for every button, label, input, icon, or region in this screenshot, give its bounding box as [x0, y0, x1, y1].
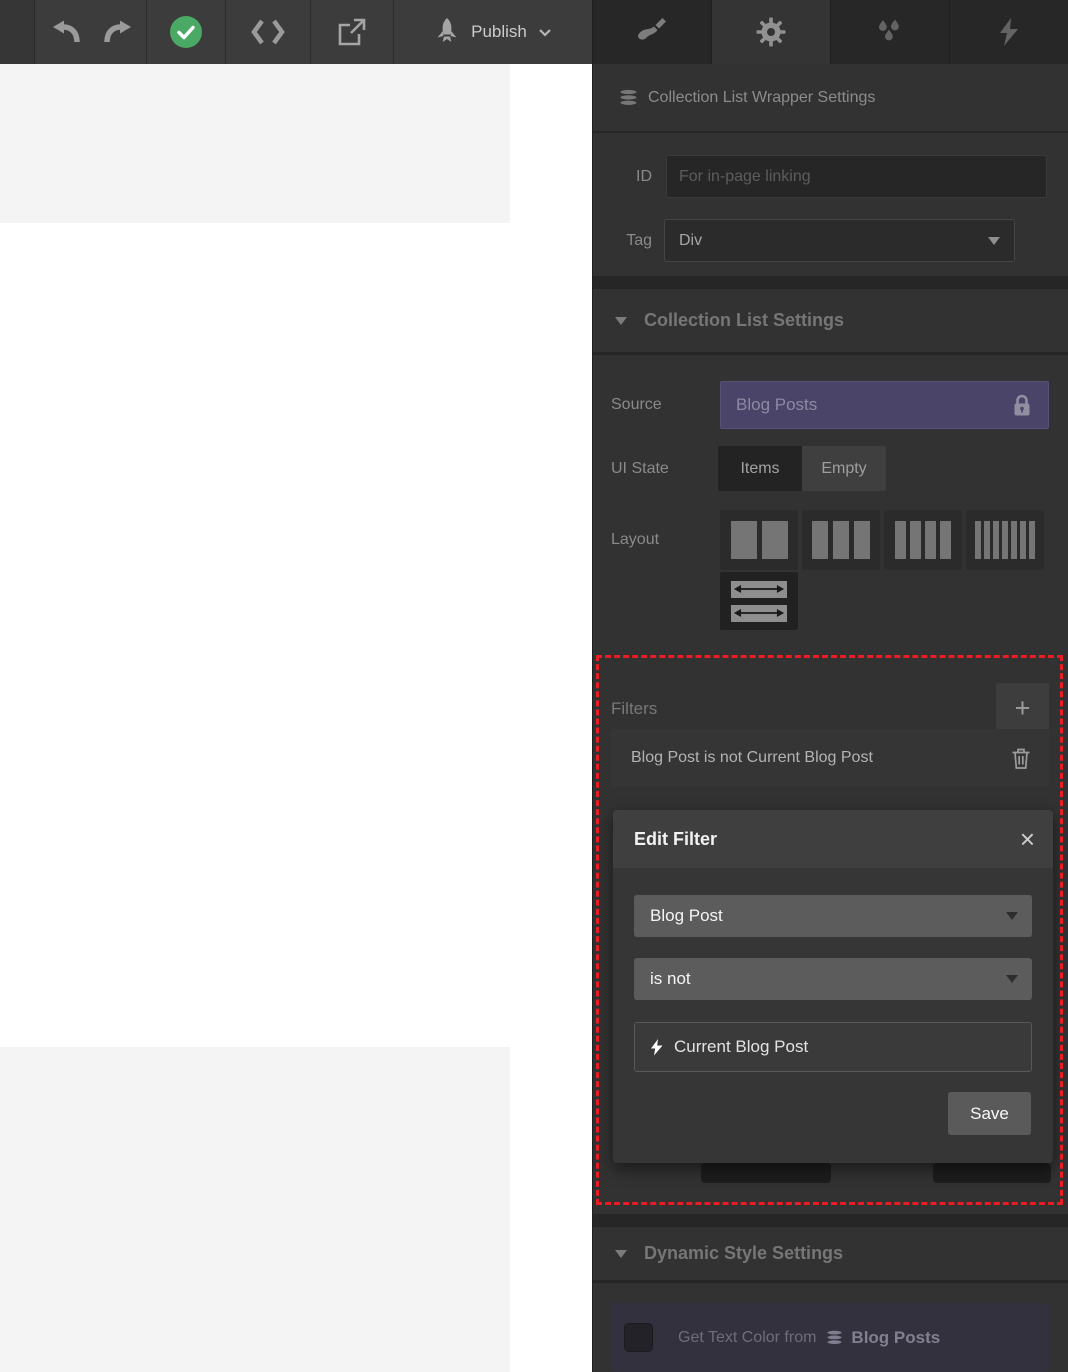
- source-value: Blog Posts: [736, 395, 818, 414]
- undo-button[interactable]: [40, 0, 92, 64]
- section-title: Dynamic Style Settings: [644, 1243, 844, 1263]
- panel-header: Collection List Wrapper Settings: [593, 64, 1068, 133]
- filter-row[interactable]: Blog Post is not Current Blog Post: [611, 729, 1049, 787]
- source-field[interactable]: Blog Posts: [720, 381, 1049, 429]
- ui-state-option-empty[interactable]: Empty: [802, 446, 886, 491]
- webflow-designer: Publish Collection List Wrapper Settings…: [0, 0, 1068, 1372]
- tab-style-manager[interactable]: [830, 0, 949, 64]
- tag-label: Tag: [626, 232, 652, 249]
- paintbrush-icon: [637, 17, 667, 47]
- obscured-control: [933, 1163, 1051, 1183]
- section-divider: [593, 1280, 1068, 1283]
- layout-option-6-columns[interactable]: [966, 510, 1044, 570]
- disclosure-triangle-icon: [615, 1249, 627, 1258]
- publish-button[interactable]: Publish: [394, 0, 592, 64]
- layout-label: Layout: [611, 531, 660, 548]
- undo-icon: [51, 19, 81, 45]
- plus-icon: +: [1014, 692, 1031, 723]
- id-input[interactable]: [666, 155, 1047, 198]
- edit-filter-modal-header: Edit Filter ×: [613, 810, 1053, 868]
- canvas-section-top[interactable]: [0, 64, 510, 223]
- id-label: ID: [636, 168, 652, 185]
- share-button[interactable]: [311, 0, 393, 64]
- ui-state-label: UI State: [611, 460, 669, 477]
- get-text-color-label: Get Text Color from: [678, 1328, 817, 1346]
- chevron-down-icon: [1006, 975, 1018, 983]
- add-filter-button[interactable]: +: [996, 683, 1049, 733]
- design-canvas[interactable]: [0, 64, 592, 1372]
- export-code-button[interactable]: [226, 0, 310, 64]
- filter-value-field[interactable]: Current Blog Post: [634, 1022, 1032, 1072]
- dynamic-style-settings-header[interactable]: Dynamic Style Settings: [593, 1227, 1068, 1280]
- get-text-color-checkbox[interactable]: [624, 1323, 653, 1352]
- check-circle-icon: [169, 15, 203, 49]
- trash-icon[interactable]: [1011, 747, 1031, 769]
- share-icon: [336, 16, 368, 48]
- horizontal-arrows-icon: [731, 580, 787, 598]
- filter-field-dropdown[interactable]: Blog Post: [634, 895, 1032, 937]
- chevron-down-icon: [538, 28, 552, 37]
- code-icon: [250, 18, 286, 46]
- tab-interactions[interactable]: [949, 0, 1068, 64]
- get-text-color-source: Blog Posts: [851, 1327, 941, 1347]
- edit-filter-title: Edit Filter: [634, 828, 718, 849]
- layout-option-4-columns[interactable]: [884, 510, 962, 570]
- filter-row-text: Blog Post is not Current Blog Post: [631, 749, 873, 766]
- edit-filter-modal: Edit Filter × Blog Post is not Current B…: [613, 810, 1053, 1163]
- droplets-icon: [875, 17, 905, 47]
- redo-button[interactable]: [92, 0, 144, 64]
- get-text-color-row: Get Text Color from Blog Posts: [611, 1303, 1049, 1372]
- collection-stack-icon: [619, 89, 638, 106]
- chevron-down-icon: [1006, 912, 1018, 920]
- top-toolbar: Publish: [0, 0, 592, 64]
- filter-field-value: Blog Post: [650, 906, 723, 925]
- tab-settings[interactable]: [711, 0, 830, 64]
- bolt-icon: [651, 1038, 663, 1056]
- lightning-icon: [996, 17, 1022, 47]
- layout-option-full-width-rows[interactable]: [720, 572, 798, 630]
- tag-select[interactable]: Div: [664, 219, 1015, 262]
- toolbar-left-spacer: [0, 0, 35, 64]
- chevron-down-icon: [988, 236, 1000, 245]
- lock-icon: [1011, 393, 1033, 417]
- ui-state-toggle: Items Empty: [718, 446, 886, 491]
- saved-status-button[interactable]: [147, 0, 225, 64]
- filter-value-text: Current Blog Post: [674, 1037, 809, 1056]
- save-button[interactable]: Save: [948, 1092, 1031, 1135]
- settings-panel: Collection List Wrapper Settings ID Tag …: [592, 64, 1068, 1372]
- section-title: Collection List Settings: [644, 310, 845, 330]
- source-label: Source: [611, 396, 662, 413]
- section-divider: [593, 1214, 1068, 1227]
- close-icon[interactable]: ×: [1020, 826, 1035, 852]
- panel-title: Collection List Wrapper Settings: [648, 88, 876, 106]
- publish-label: Publish: [471, 22, 527, 41]
- horizontal-arrows-icon: [731, 604, 787, 622]
- section-divider: [593, 276, 1068, 289]
- filters-label: Filters: [611, 699, 658, 718]
- canvas-section-bottom[interactable]: [0, 1047, 510, 1372]
- layout-option-3-columns[interactable]: [802, 510, 880, 570]
- obscured-control: [701, 1163, 831, 1183]
- gear-icon: [756, 17, 786, 47]
- layout-option-2-columns[interactable]: [720, 510, 798, 570]
- section-divider: [593, 352, 1068, 355]
- filter-operator-dropdown[interactable]: is not: [634, 958, 1032, 1000]
- ui-state-option-items[interactable]: Items: [718, 446, 802, 491]
- redo-icon: [103, 19, 133, 45]
- rocket-icon: [434, 17, 460, 47]
- tag-select-value: Div: [679, 231, 703, 249]
- collection-stack-icon: [826, 1330, 843, 1345]
- tab-style[interactable]: [592, 0, 711, 64]
- collection-list-settings-header[interactable]: Collection List Settings: [593, 289, 1068, 352]
- disclosure-triangle-icon: [615, 316, 627, 325]
- save-label: Save: [970, 1103, 1009, 1123]
- filter-operator-value: is not: [650, 969, 691, 988]
